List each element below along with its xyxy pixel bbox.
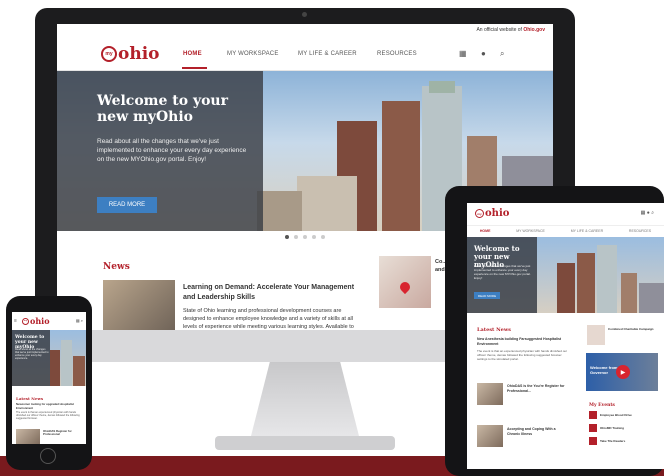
tablet-item-image[interactable] — [477, 383, 503, 405]
nav-resources[interactable]: RESOURCES — [377, 51, 417, 57]
logo-mark: my — [22, 317, 29, 325]
phone-item-image[interactable] — [16, 429, 40, 444]
tablet-skyline — [557, 245, 664, 313]
official-site-link[interactable]: Ohio.gov — [523, 27, 545, 33]
carousel-dot[interactable] — [303, 235, 307, 239]
read-more-button[interactable]: READ MORE — [97, 197, 157, 213]
play-icon[interactable]: ▶ — [616, 365, 630, 379]
grid-icon[interactable]: ▦ — [459, 49, 467, 58]
hero-overlay: Welcome to your new myOhio Read about al… — [57, 71, 263, 231]
phone-logo[interactable]: my ohio — [22, 316, 50, 326]
phone-screen: ≡ my ohio ▦ ⌕ Welcome to your new myOhio… — [12, 312, 86, 444]
user-icon[interactable]: ● — [481, 49, 486, 58]
phone-hero-text: Read about all the changes that we've ju… — [15, 348, 49, 360]
tab-my-life-career[interactable]: MY LIFE & CAREER — [571, 229, 603, 233]
carousel-dots — [285, 235, 325, 239]
tab-my-workspace[interactable]: MY WORKSPACE — [516, 229, 545, 233]
phone-nav-icons[interactable]: ▦ ⌕ — [76, 318, 83, 323]
nav-my-life-career[interactable]: MY LIFE & CAREER — [298, 51, 357, 57]
tablet-read-more-button[interactable]: READ MORE — [474, 292, 500, 299]
official-site-banner: An official website of Ohio.gov — [476, 27, 545, 33]
myohio-logo[interactable]: my ohio — [101, 44, 160, 64]
tablet-side-title[interactable]: Combined Charitable Campaign — [608, 327, 658, 331]
tablet-news-body: The event is that an experienced physici… — [477, 349, 568, 361]
event-label: Take Tile Readers — [600, 439, 626, 443]
monitor-foot — [215, 436, 395, 450]
menu-icon[interactable]: ≡ — [14, 318, 17, 324]
calendar-icon — [589, 424, 597, 432]
event-item[interactable]: Employee Blood Drive — [589, 411, 659, 419]
phone-news-title[interactable]: Newcomer looking for upgraded Hospitalis… — [16, 402, 82, 410]
tablet-navbar: my ohio ▦ ● ⌕ — [467, 203, 664, 226]
tablet-screen: my ohio ▦ ● ⌕ HOME MY WORKSPACE MY LIFE … — [467, 203, 664, 469]
carousel-dot[interactable] — [321, 235, 325, 239]
event-label: Employee Blood Drive — [600, 413, 632, 417]
news-article-body: State of Ohio learning and professional … — [183, 308, 354, 330]
phone-skyline — [50, 340, 85, 386]
tablet-nav-icons[interactable]: ▦ ● ⌕ — [641, 210, 654, 216]
tablet-logo[interactable]: my ohio — [475, 208, 509, 219]
official-prefix: An official website of — [476, 27, 522, 33]
top-navigation: my ohio HOME MY WORKSPACE MY LIFE & CARE… — [57, 36, 553, 71]
event-label: OhioMD Training — [600, 426, 624, 430]
phone-news-body: The event is that an experienced physici… — [16, 411, 80, 421]
event-item[interactable]: OhioMD Training — [589, 424, 659, 432]
event-item[interactable]: Take Tile Readers — [589, 437, 659, 445]
tablet-video-card[interactable]: Welcome from Governor ▶ — [586, 353, 658, 391]
monitor-stand — [250, 362, 360, 440]
nav-active-indicator — [182, 67, 207, 69]
calendar-icon — [589, 437, 597, 445]
carousel-dot[interactable] — [294, 235, 298, 239]
logo-text: ohio — [30, 316, 50, 326]
logo-mark: my — [475, 209, 484, 218]
phone-hero: Welcome to your new myOhio Read about al… — [12, 330, 86, 386]
carousel-dot[interactable] — [312, 235, 316, 239]
camera-icon — [302, 12, 307, 17]
tablet-news-title[interactable]: New Anesthesia building Farsuggested Hos… — [477, 337, 569, 347]
tablet-hero: Welcome to your new myOhio Read about al… — [467, 237, 664, 313]
logo-mark: my — [101, 46, 117, 62]
tablet-item-title[interactable]: Accepting and Coping With a Chronic Illn… — [507, 427, 569, 436]
news-article-title[interactable]: Learning on Demand: Accelerate Your Mana… — [183, 283, 363, 303]
news-image[interactable] — [103, 280, 175, 330]
hero-title: Welcome to your new myOhio — [97, 93, 228, 125]
tab-resources[interactable]: RESOURCES — [629, 229, 651, 233]
tablet-news-heading: Latest News — [477, 327, 511, 333]
carousel-dot[interactable] — [285, 235, 289, 239]
tablet-tabs: HOME MY WORKSPACE MY LIFE & CAREER RESOU… — [467, 226, 664, 236]
phone-item-title[interactable]: OhioDAS Register for Professional — [43, 429, 83, 437]
nav-my-workspace[interactable]: MY WORKSPACE — [227, 51, 279, 57]
news-heading: News — [103, 262, 130, 272]
tablet-item-image[interactable] — [477, 425, 503, 447]
tablet-side-image[interactable] — [587, 325, 605, 345]
tablet-hero-text: Read about all the changes that we've ju… — [474, 264, 531, 280]
hero-description: Read about all the changes that we've ju… — [97, 138, 247, 163]
phone-news-heading: Latest News — [16, 396, 44, 401]
tab-home[interactable]: HOME — [480, 229, 491, 233]
search-icon[interactable]: ⌕ — [500, 49, 504, 59]
tablet-events-heading: My Events — [589, 403, 615, 408]
tablet-hero-overlay: Welcome to your new myOhio Read about al… — [467, 237, 537, 313]
logo-text: ohio — [485, 208, 510, 219]
logo-text: ohio — [118, 44, 160, 64]
tablet-item-title[interactable]: OhioDAS is the You're Register for Profe… — [507, 384, 569, 393]
nav-home[interactable]: HOME — [183, 51, 202, 57]
home-button[interactable] — [40, 448, 56, 464]
calendar-icon — [589, 411, 597, 419]
phone-hero-overlay: Welcome to your new myOhio Read about al… — [12, 330, 50, 386]
